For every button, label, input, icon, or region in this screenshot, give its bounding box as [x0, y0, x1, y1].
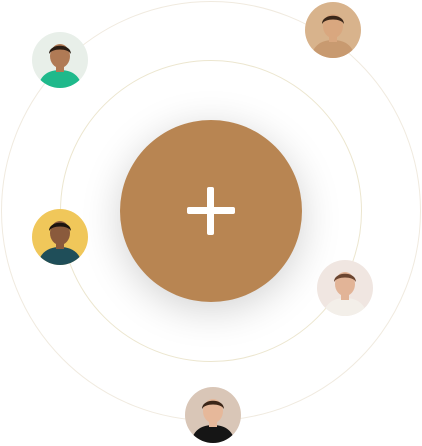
avatar-woman-smiling[interactable] — [317, 260, 373, 316]
avatar-woman-smiling-photo — [317, 260, 373, 316]
avatar-man-green-shirt-photo — [32, 32, 88, 88]
avatar-man-hoodie[interactable] — [185, 387, 241, 443]
avatar-man-light-skin-photo — [305, 2, 361, 58]
add-button[interactable] — [120, 120, 302, 302]
avatar-man-hoodie-photo — [185, 387, 241, 443]
plus-icon — [187, 187, 235, 235]
avatar-man-beard-photo — [32, 209, 88, 265]
avatar-man-light-skin[interactable] — [305, 2, 361, 58]
invite-orbit — [0, 0, 422, 446]
avatar-man-green-shirt[interactable] — [32, 32, 88, 88]
avatar-man-beard[interactable] — [32, 209, 88, 265]
